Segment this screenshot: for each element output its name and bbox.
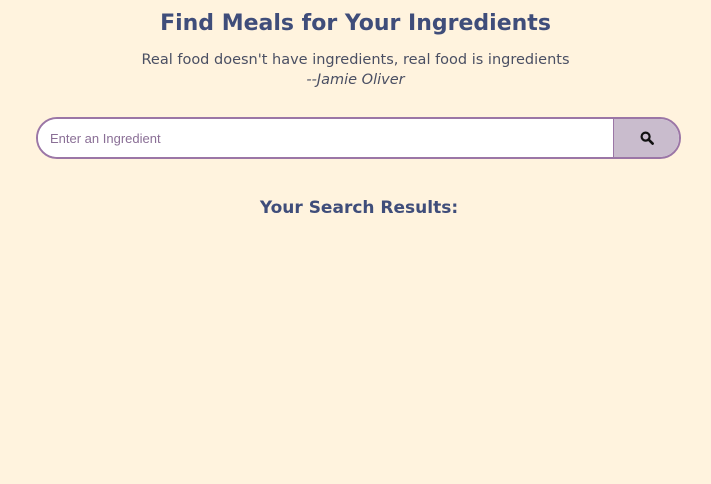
search-bar bbox=[36, 117, 681, 159]
search-icon bbox=[639, 131, 654, 145]
page: Find Meals for Your Ingredients Real foo… bbox=[0, 0, 711, 484]
quote: Real food doesn't have ingredients, real… bbox=[0, 50, 711, 90]
search-button[interactable] bbox=[613, 119, 679, 157]
quote-text: Real food doesn't have ingredients, real… bbox=[141, 52, 570, 68]
page-title: Find Meals for Your Ingredients bbox=[160, 11, 551, 36]
results-heading: Your Search Results: bbox=[259, 198, 459, 218]
results-list bbox=[36, 230, 681, 470]
quote-author: --Jamie Oliver bbox=[306, 72, 405, 88]
ingredient-search-input[interactable] bbox=[38, 119, 613, 157]
